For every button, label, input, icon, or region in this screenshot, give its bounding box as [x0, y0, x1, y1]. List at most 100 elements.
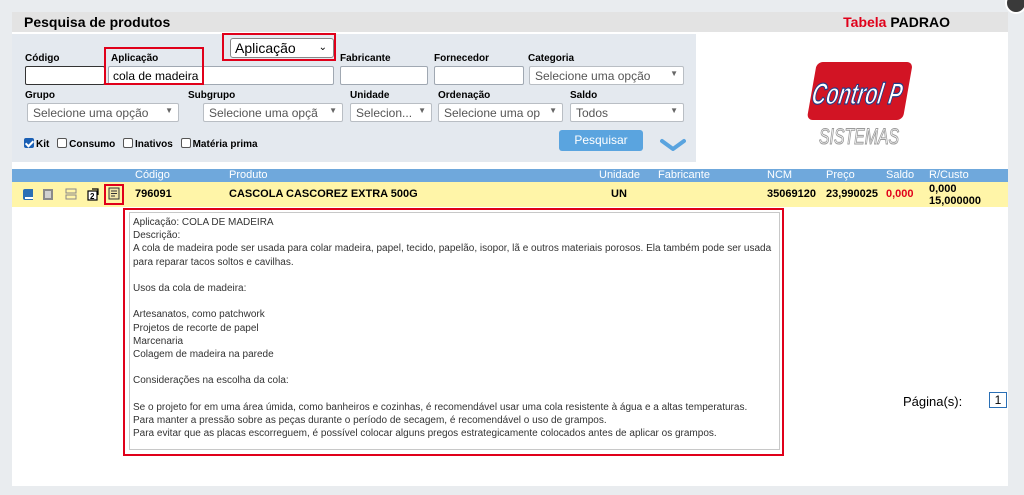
ordenacao-select[interactable]: Selecione uma op... ▼ [438, 103, 563, 122]
detail-line [133, 269, 776, 282]
results-header: Código Produto Unidade Fabricante NCM Pr… [12, 169, 1008, 182]
checkbox-icon [123, 138, 134, 148]
row-codigo: 796091 [135, 188, 172, 200]
subgrupo-select[interactable]: Selecione uma opção ▼ [203, 103, 343, 122]
table-row[interactable]: 2 796091 CASCOLA CASCOREZ EXTRA 500G UN … [12, 182, 1008, 207]
chevron-down-icon: ▼ [670, 106, 678, 115]
application-detail-text: Aplicação: COLA DE MADEIRA Descrição: A … [129, 212, 780, 450]
col-ncm[interactable]: NCM [767, 169, 792, 181]
chevron-down-icon: ▼ [165, 106, 173, 115]
subgrupo-select-value: Selecione uma opção [209, 106, 318, 120]
row-unidade: UN [611, 188, 627, 200]
ordenacao-label: Ordenação [438, 90, 491, 101]
col-preco[interactable]: Preço [826, 169, 855, 181]
codigo-input[interactable] [25, 66, 105, 85]
saldo-label: Saldo [570, 90, 598, 101]
detail-line: Artesanatos, como patchwork [133, 309, 265, 321]
page-title: Pesquisa de produtos [24, 14, 171, 30]
detail-line: Descrição: [133, 230, 181, 242]
detail-line: Usos da cola de madeira: [133, 282, 247, 294]
kit-checkbox[interactable]: Kit [24, 138, 50, 150]
page-1-link[interactable]: 1 [989, 392, 1007, 408]
categoria-select-value: Selecione uma opção [535, 69, 651, 83]
row-ncm: 35069120 [767, 188, 816, 200]
checkbox-icon [180, 138, 191, 148]
fabricante-input[interactable] [340, 66, 428, 85]
stack-icon[interactable] [65, 188, 77, 201]
codigo-label: Código [25, 53, 60, 64]
product-detail-icon[interactable] [108, 187, 120, 200]
detail-line: Se o projeto for em uma área úmida, como… [133, 401, 748, 413]
checkbox-checked-icon [24, 138, 34, 148]
materia-prima-checkbox[interactable]: Matéria prima [180, 138, 258, 150]
price-tag-icon[interactable]: 2 [87, 188, 99, 201]
detail-line: Para evitar que as placas escorreguem, é… [133, 428, 717, 439]
categoria-select[interactable]: Selecione uma opção ▼ [529, 66, 684, 85]
row-preco: 23,990025 [826, 188, 878, 200]
application-detail-popup: Aplicação: COLA DE MADEIRA Descrição: A … [123, 208, 784, 456]
chevron-down-icon: ▼ [418, 106, 426, 115]
grupo-select-value: Selecione uma opção [33, 106, 149, 120]
detail-line [133, 361, 776, 374]
saldo-select[interactable]: Todos ▼ [570, 103, 684, 122]
materia-prima-label: Matéria prima [192, 139, 258, 150]
detail-line: Aplicação: COLA DE MADEIRA [133, 217, 274, 228]
document-icon[interactable] [42, 188, 54, 201]
tabela-label: Tabela [843, 14, 887, 30]
checkbox-row: Kit Consumo Inativos Matéria prima [24, 138, 263, 150]
subgrupo-label: Subgrupo [188, 90, 236, 101]
aplicacao-highlight [104, 47, 204, 85]
consumo-label: Consumo [69, 139, 116, 150]
consumo-checkbox[interactable]: Consumo [57, 138, 116, 150]
col-unidade[interactable]: Unidade [599, 169, 640, 181]
detail-line [133, 295, 776, 308]
inativos-checkbox[interactable]: Inativos [123, 138, 173, 150]
ordenacao-select-value: Selecione uma op... [444, 106, 541, 120]
chevron-down-icon: ▼ [670, 69, 678, 78]
inativos-label: Inativos [135, 139, 173, 150]
chevron-down-icon: ▼ [549, 106, 557, 115]
book-icon[interactable] [22, 188, 34, 201]
saldo-select-value: Todos [576, 106, 609, 120]
grupo-select[interactable]: Selecione uma opção ▼ [27, 103, 179, 122]
col-saldo[interactable]: Saldo [886, 169, 914, 181]
search-mode-highlight [222, 33, 336, 61]
fornecedor-label: Fornecedor [434, 53, 490, 64]
detail-line: Considerações na escolha da cola: [133, 375, 289, 387]
title-bar: Pesquisa de produtos Tabela PADRAO [12, 12, 1008, 32]
unidade-select[interactable]: Selecion... ▼ [350, 103, 432, 122]
unidade-label: Unidade [350, 90, 390, 101]
search-button[interactable]: Pesquisar [559, 130, 643, 151]
svg-text:SISTEMAS: SISTEMAS [819, 124, 899, 149]
detail-line: Para manter a pressão sobre as peças dur… [133, 414, 607, 426]
detail-line: Colagem de madeira na parede [133, 348, 274, 360]
fabricante-label: Fabricante [340, 53, 391, 64]
col-fabricante[interactable]: Fabricante [658, 169, 710, 181]
tabela-value: PADRAO [890, 14, 950, 30]
checkbox-icon [57, 138, 68, 148]
chevron-down-icon: ▼ [329, 106, 337, 115]
detail-line: para reparar tacos soltos e cavilhas. [133, 256, 294, 268]
row-rcusto-2: 15,000000 [929, 195, 981, 207]
categoria-label: Categoria [528, 53, 575, 64]
pager-label: Página(s): [903, 394, 963, 409]
svg-text:2: 2 [90, 192, 95, 201]
price-table-indicator: Tabela PADRAO [843, 14, 950, 30]
detail-line: A cola de madeira pode ser usada para co… [133, 243, 772, 255]
row-saldo: 0,000 [886, 188, 914, 200]
detail-line: Projetos de recorte de papel [133, 322, 259, 334]
row-rcusto-1: 0,000 [929, 183, 957, 195]
grupo-label: Grupo [25, 90, 55, 101]
detail-line: Marcenaria [133, 335, 184, 347]
detail-line [133, 387, 776, 400]
control-p-logo: Control P SISTEMAS [807, 62, 912, 150]
col-codigo[interactable]: Código [135, 169, 170, 181]
svg-text:Control P: Control P [809, 78, 905, 111]
fornecedor-input[interactable] [434, 66, 524, 85]
expand-filters-icon[interactable] [660, 138, 686, 152]
unidade-select-value: Selecion... [356, 106, 413, 120]
kit-label: Kit [36, 139, 50, 150]
row-produto: CASCOLA CASCOREZ EXTRA 500G [229, 188, 418, 200]
col-produto[interactable]: Produto [229, 169, 268, 181]
col-rcusto[interactable]: R/Custo [929, 169, 969, 181]
